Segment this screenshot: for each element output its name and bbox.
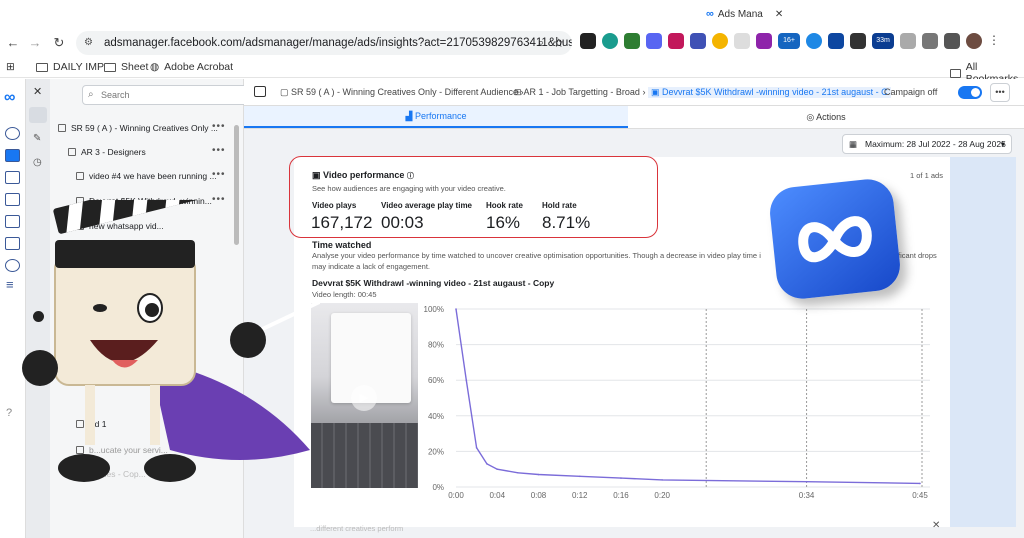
y-tick-label: 100%: [424, 305, 444, 314]
infinity-icon: [798, 216, 872, 263]
y-tick-label: 60%: [428, 376, 444, 385]
x-tick-label: 0:34: [799, 491, 815, 500]
data-point: [465, 379, 468, 382]
footer-text: ...different creatives perform: [310, 524, 404, 533]
data-point: [578, 475, 581, 478]
meta-logo-badge: [767, 176, 903, 302]
y-tick-label: 20%: [428, 447, 444, 456]
x-tick-label: 0:20: [654, 491, 670, 500]
x-tick-label: 0:16: [613, 491, 629, 500]
y-tick-label: 40%: [428, 412, 444, 421]
data-point: [475, 447, 478, 449]
series-line: [455, 308, 921, 485]
data-point: [537, 473, 540, 476]
x-tick-label: 0:08: [531, 491, 547, 500]
y-tick-label: 0%: [432, 483, 444, 492]
data-point: [496, 468, 499, 471]
mascot-shoe: [144, 454, 196, 482]
x-tick-label: 0:45: [912, 491, 928, 500]
mascot-wink-eye: [93, 304, 107, 312]
mascot-clapper-top: [53, 200, 204, 234]
data-point: [517, 471, 519, 474]
close-icon[interactable]: ✕: [932, 520, 940, 531]
mascot-clapper-base: [55, 240, 195, 268]
mascot-hand-right: [230, 322, 266, 358]
data-point: [805, 480, 808, 483]
y-tick-label: 80%: [428, 341, 444, 350]
x-tick-label: 0:12: [572, 491, 588, 500]
data-point: [455, 308, 457, 310]
data-point: [486, 463, 488, 465]
x-tick-label: 0:04: [489, 491, 505, 500]
data-point: [620, 477, 622, 479]
data-point: [661, 479, 664, 481]
data-point: [919, 482, 921, 485]
mascot-hand-left: [22, 350, 58, 386]
mascot-shoe: [58, 454, 110, 482]
x-tick-label: 0:00: [448, 491, 464, 500]
clapperboard-mascot: [22, 200, 320, 482]
